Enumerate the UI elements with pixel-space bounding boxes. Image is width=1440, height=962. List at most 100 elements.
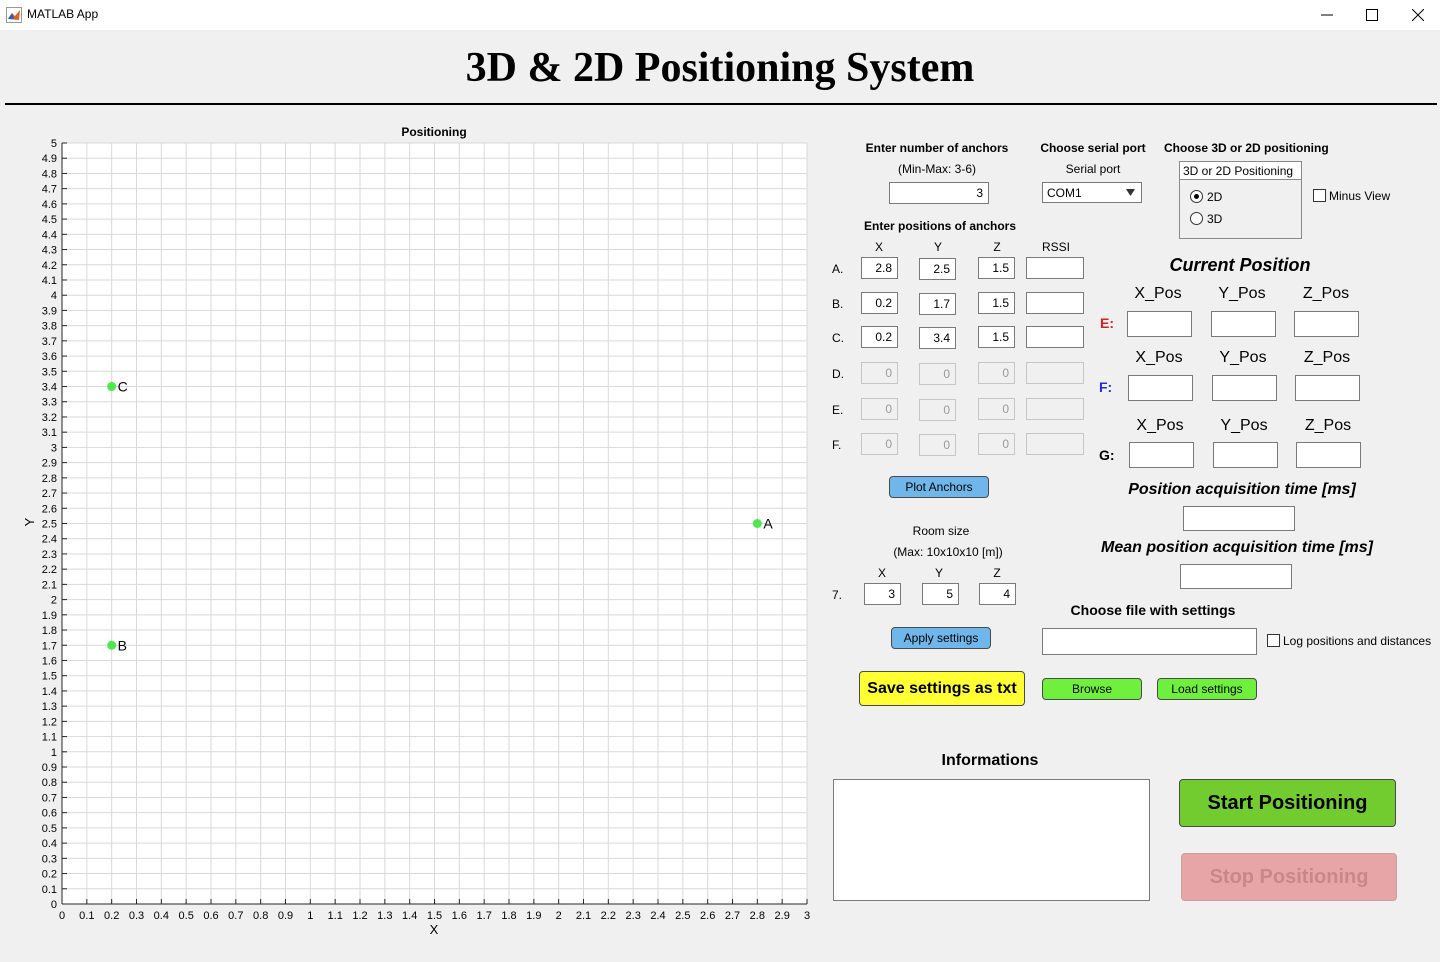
position-x-output[interactable] (1129, 442, 1194, 468)
anchor-rssi-input[interactable] (1026, 433, 1084, 455)
close-button[interactable] (1395, 0, 1440, 30)
position-z-output[interactable] (1295, 375, 1360, 401)
anchor-y-input[interactable]: 0 (919, 434, 956, 456)
anchor-z-input[interactable]: 1.5 (978, 326, 1015, 348)
informations-textarea[interactable] (833, 779, 1150, 901)
anchor-y-input[interactable]: 0 (919, 363, 956, 385)
tag-label: G: (1099, 447, 1115, 463)
position-y-output[interactable] (1213, 442, 1278, 468)
serial-port-dropdown[interactable]: COM1 (1042, 182, 1142, 203)
radio-2d[interactable] (1190, 190, 1203, 203)
x-tick-label: 0 (59, 910, 65, 922)
anchor-rssi-input[interactable] (1026, 257, 1084, 279)
x-tick-label: 1.1 (328, 910, 343, 922)
anchor-x-input[interactable]: 0.2 (861, 326, 898, 348)
anchor-z-input[interactable]: 0 (978, 362, 1015, 384)
room-z-input[interactable]: 4 (979, 583, 1016, 605)
y-tick-label: 0.1 (42, 884, 57, 896)
anchor-rssi-input[interactable] (1026, 398, 1084, 420)
position-z-output[interactable] (1294, 311, 1359, 337)
y-tick-label: 0.3 (42, 853, 57, 865)
y-tick-label: 2.2 (42, 564, 57, 576)
anchor-y-input[interactable]: 1.7 (919, 293, 956, 315)
position-y-output[interactable] (1211, 311, 1276, 337)
anchor-z-input[interactable]: 0 (978, 398, 1015, 420)
x-tick-label: 1.7 (477, 910, 492, 922)
x-tick-label: 0.5 (179, 910, 194, 922)
window-titlebar (0, 0, 1440, 30)
anchor-header-y: Y (933, 240, 942, 254)
browse-button[interactable]: Browse (1042, 678, 1142, 700)
y-tick-label: 4.6 (42, 199, 57, 211)
anchor-y-input[interactable]: 3.4 (919, 327, 956, 349)
y-tick-label: 3 (51, 442, 57, 454)
settings-file-path-input[interactable] (1042, 628, 1257, 655)
y-tick-label: 2.4 (42, 534, 57, 546)
y-tick-label: 0.8 (42, 777, 57, 789)
y-tick-label: 2.7 (42, 488, 57, 500)
y-tick-label: 3.6 (42, 351, 57, 363)
position-z-output[interactable] (1296, 442, 1361, 468)
anchors-count-input[interactable]: 3 (889, 182, 989, 204)
y-tick-label: 3.9 (42, 305, 57, 317)
anchor-row-label: B. (832, 297, 844, 311)
x-tick-label: 0.6 (203, 910, 218, 922)
y-tick-label: 2.8 (42, 473, 57, 485)
current-position-title: Current Position (1169, 255, 1311, 275)
anchor-rssi-input[interactable] (1026, 292, 1084, 314)
minimize-button[interactable] (1304, 0, 1350, 30)
x-tick-label: 0.2 (104, 910, 119, 922)
stop-positioning-button[interactable]: Stop Positioning (1181, 853, 1397, 901)
x-tick-label: 1.9 (526, 910, 541, 922)
anchor-z-input[interactable]: 1.5 (978, 292, 1015, 314)
anchor-x-input[interactable]: 0 (861, 398, 898, 420)
position-y-output[interactable] (1212, 375, 1277, 401)
x-axis-label: X (430, 922, 439, 937)
position-x-output[interactable] (1128, 375, 1193, 401)
anchor-y-input[interactable]: 2.5 (919, 258, 956, 280)
load-settings-button[interactable]: Load settings (1157, 678, 1257, 700)
x-tick-label: 1.4 (402, 910, 417, 922)
anchor-z-input[interactable]: 0 (978, 433, 1015, 455)
anchor-rssi-input[interactable] (1026, 362, 1084, 384)
maximize-icon (1366, 9, 1378, 21)
y-tick-label: 2 (51, 595, 57, 607)
position-header-y: Y_Pos (1219, 349, 1267, 366)
plot-anchors-button[interactable]: Plot Anchors (889, 476, 989, 498)
y-tick-label: 4.9 (42, 153, 57, 165)
y-tick-label: 3.3 (42, 397, 57, 409)
y-tick-label: 4.1 (42, 275, 57, 287)
minus-view-checkbox[interactable] (1313, 189, 1326, 202)
apply-settings-button[interactable]: Apply settings (891, 627, 991, 649)
anchor-y-input[interactable]: 0 (919, 399, 956, 421)
room-y-input[interactable]: 5 (922, 583, 959, 605)
anchor-rssi-input[interactable] (1026, 326, 1084, 348)
acquisition-time-input[interactable] (1183, 506, 1295, 531)
anchor-point (107, 382, 117, 392)
position-x-output[interactable] (1127, 311, 1192, 337)
x-tick-label: 2.6 (700, 910, 715, 922)
x-tick-label: 3 (804, 910, 810, 922)
maximize-button[interactable] (1349, 0, 1395, 30)
informations-label: Informations (941, 752, 1039, 769)
position-header-x: X_Pos (1134, 285, 1182, 302)
mean-acquisition-time-input[interactable] (1180, 564, 1292, 589)
anchor-x-input[interactable]: 0.2 (861, 292, 898, 314)
anchor-x-input[interactable]: 2.8 (861, 257, 898, 279)
start-positioning-button[interactable]: Start Positioning (1179, 779, 1396, 827)
anchor-x-input[interactable]: 0 (861, 362, 898, 384)
x-tick-label: 0.3 (129, 910, 144, 922)
anchor-point (752, 519, 762, 528)
radio-3d[interactable] (1190, 212, 1203, 225)
y-tick-label: 1.5 (42, 671, 57, 683)
anchor-z-input[interactable]: 1.5 (978, 257, 1015, 279)
log-positions-checkbox[interactable] (1267, 634, 1280, 647)
save-settings-button[interactable]: Save settings as txt (859, 671, 1025, 706)
position-header-y: Y_Pos (1220, 417, 1268, 434)
positioning-plot[interactable]: Positioning X Y 0 0.1 0.2 0.3 0.4 0.5 0.6 0.7 0.… (0, 118, 820, 948)
position-header-z: Z_Pos (1303, 349, 1351, 366)
y-tick-label: 1.4 (42, 686, 57, 698)
room-x-input[interactable]: 3 (864, 583, 901, 605)
anchor-x-input[interactable]: 0 (861, 433, 898, 455)
y-tick-label: 3.2 (42, 412, 57, 424)
